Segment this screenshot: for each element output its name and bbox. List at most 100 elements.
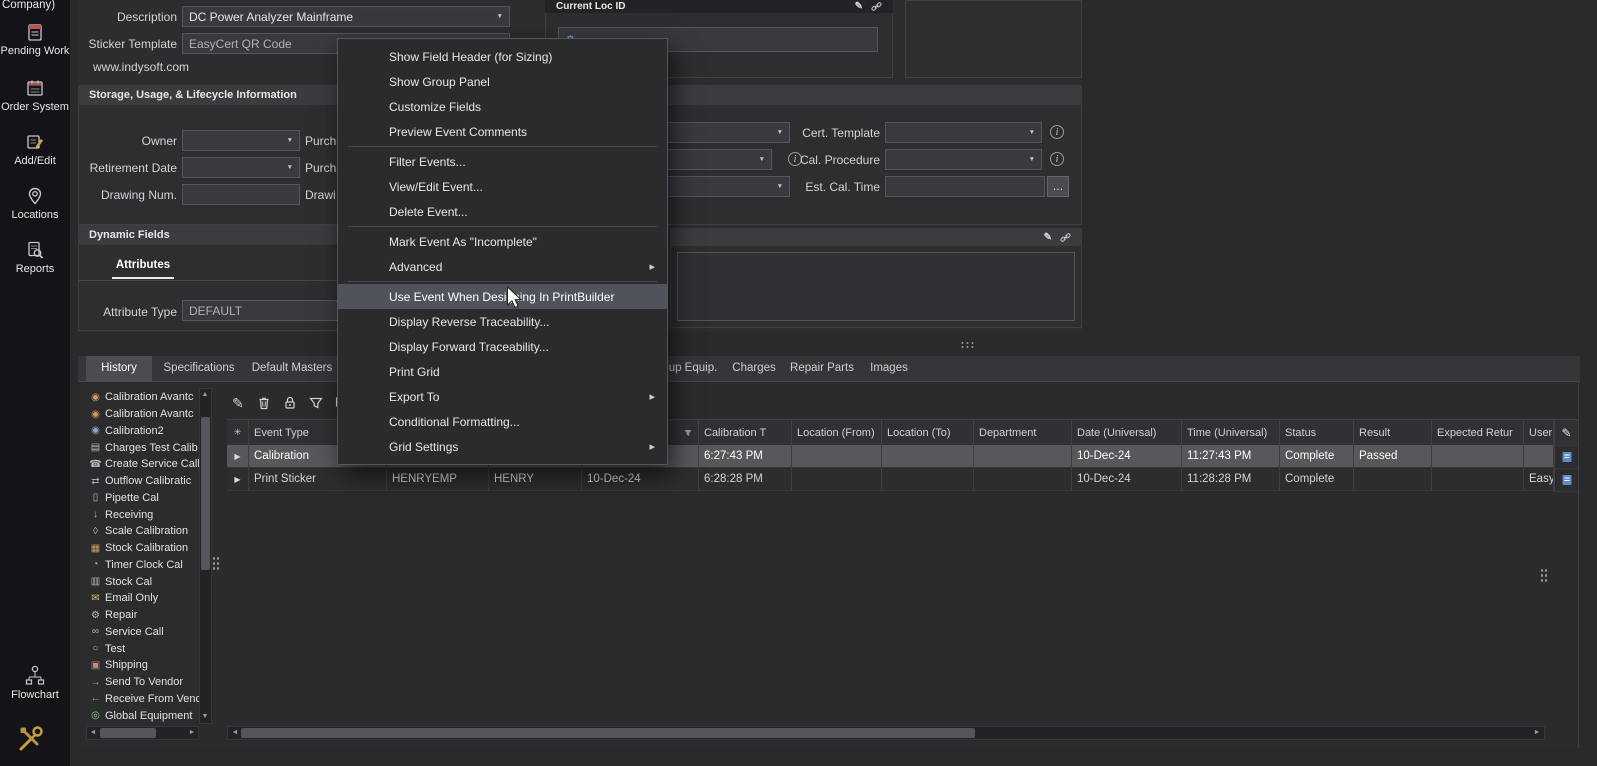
grid-header-location-from[interactable]: Location (From) bbox=[792, 420, 882, 445]
scroll-up-arrow[interactable]: ▲ bbox=[199, 389, 211, 401]
row-indicator-cell[interactable] bbox=[1554, 446, 1578, 469]
grid-header-expected-return[interactable]: Expected Retur bbox=[1432, 420, 1524, 445]
list-item[interactable]: ⇄Outflow Calibratic bbox=[86, 473, 199, 490]
chevron-down-icon[interactable]: ▼ bbox=[1029, 129, 1035, 136]
description-dropdown[interactable]: DC Power Analyzer Mainframe ▼ bbox=[182, 6, 510, 27]
list-item[interactable]: ☎Create Service Call bbox=[86, 456, 199, 473]
menu-item-grid-settings[interactable]: Grid Settings▸ bbox=[338, 434, 667, 459]
menu-item-display-reverse-traceability[interactable]: Display Reverse Traceability... bbox=[338, 309, 667, 334]
list-item[interactable]: ◉Calibration2 bbox=[86, 423, 199, 440]
scroll-down-arrow[interactable]: ▼ bbox=[199, 711, 211, 723]
edit-pencil-icon[interactable]: ✎ bbox=[855, 1, 863, 12]
menu-item-view-edit-event[interactable]: View/Edit Event... bbox=[338, 174, 667, 199]
attribute-type-field[interactable]: DEFAULT bbox=[182, 300, 339, 321]
lock-button[interactable] bbox=[279, 392, 301, 414]
grid-header-status[interactable]: Status bbox=[1280, 420, 1354, 445]
grid-header-location-to[interactable]: Location (To) bbox=[882, 420, 974, 445]
sidebar-item-tools[interactable] bbox=[15, 724, 45, 759]
grid-header-calibration-t[interactable]: Calibration T bbox=[699, 420, 792, 445]
list-item[interactable]: ▤Charges Test Calib bbox=[86, 439, 199, 456]
grid-edit-column-header[interactable]: ✎ bbox=[1554, 419, 1578, 446]
tab-repair-parts[interactable]: Repair Parts bbox=[786, 356, 858, 382]
tab-images[interactable]: Images bbox=[864, 356, 914, 382]
menu-item-customize-fields[interactable]: Customize Fields bbox=[338, 94, 667, 119]
tab-attributes[interactable]: Attributes bbox=[112, 259, 174, 271]
grid-header-department[interactable]: Department bbox=[974, 420, 1072, 445]
grid-header-user[interactable]: User bbox=[1524, 420, 1554, 445]
grid-row-print-sticker[interactable]: ▶ Print Sticker HENRYEMP HENRY 10-Dec-24… bbox=[227, 468, 1554, 491]
sidebar-item-order-system[interactable]: Order System bbox=[0, 78, 70, 113]
info-icon[interactable]: i bbox=[1050, 125, 1064, 139]
tab-specifications[interactable]: Specifications bbox=[156, 356, 242, 382]
grid-header-result[interactable]: Result bbox=[1354, 420, 1432, 445]
chevron-down-icon[interactable]: ▼ bbox=[1029, 156, 1035, 163]
link-icon[interactable] bbox=[1060, 232, 1071, 243]
menu-item-mark-event-incomplete[interactable]: Mark Event As "Incomplete" bbox=[338, 229, 667, 254]
list-item[interactable]: ←Receive From Venc bbox=[86, 691, 199, 708]
menu-item-conditional-formatting[interactable]: Conditional Formatting... bbox=[338, 409, 667, 434]
list-item[interactable]: ◔Timer Clock Cal bbox=[86, 557, 199, 574]
scroll-right-arrow[interactable]: ► bbox=[186, 727, 198, 739]
list-item[interactable]: ▦Stock Calibration bbox=[86, 540, 199, 557]
list-item[interactable]: ◉Calibration Avantc bbox=[86, 389, 199, 406]
grid-header-date-universal[interactable]: Date (Universal) bbox=[1072, 420, 1182, 445]
list-item[interactable]: ○Test bbox=[86, 640, 199, 657]
link-icon[interactable] bbox=[871, 1, 882, 12]
right-splitter-grip[interactable] bbox=[1540, 568, 1549, 583]
scroll-left-arrow[interactable]: ◄ bbox=[229, 727, 241, 739]
menu-item-delete-event[interactable]: Delete Event... bbox=[338, 199, 667, 224]
list-item[interactable]: ✉Email Only bbox=[86, 590, 199, 607]
info-icon[interactable]: i bbox=[1050, 152, 1064, 166]
list-item[interactable]: ∞Service Call bbox=[86, 624, 199, 641]
list-item[interactable]: ◊Scale Calibration bbox=[86, 523, 199, 540]
grid-header-indicator[interactable]: ✳ bbox=[227, 420, 249, 445]
list-item[interactable]: ⚙Repair bbox=[86, 607, 199, 624]
row-indicator-cell[interactable] bbox=[1554, 469, 1578, 492]
menu-item-show-group-panel[interactable]: Show Group Panel bbox=[338, 69, 667, 94]
list-item[interactable]: ◉Calibration Avantc bbox=[86, 406, 199, 423]
scroll-right-arrow[interactable]: ► bbox=[1531, 727, 1543, 739]
grid-hscrollbar-thumb[interactable] bbox=[241, 728, 975, 738]
cert-template-dropdown[interactable]: ▼ bbox=[885, 122, 1042, 143]
list-item[interactable]: ◎Global Equipment bbox=[86, 707, 199, 724]
tab-history[interactable]: History bbox=[86, 356, 152, 382]
splitter-grip-horizontal[interactable] bbox=[960, 341, 975, 349]
delete-event-button[interactable] bbox=[253, 392, 275, 414]
list-item[interactable]: ▣Shipping bbox=[86, 657, 199, 674]
chevron-down-icon[interactable]: ▼ bbox=[497, 13, 503, 20]
retirement-date-dropdown[interactable]: ▼ bbox=[182, 157, 300, 178]
menu-item-display-forward-traceability[interactable]: Display Forward Traceability... bbox=[338, 334, 667, 359]
list-item[interactable]: →Send To Vendor bbox=[86, 674, 199, 691]
chevron-down-icon[interactable]: ▼ bbox=[287, 164, 293, 171]
sidebar-item-flowchart[interactable]: Flowchart bbox=[0, 664, 70, 701]
list-item[interactable]: ▥Stock Cal bbox=[86, 573, 199, 590]
owner-dropdown[interactable]: ▼ bbox=[182, 130, 300, 151]
filter-button[interactable] bbox=[305, 392, 327, 414]
tab-charges[interactable]: Charges bbox=[728, 356, 780, 382]
edit-pencil-icon[interactable]: ✎ bbox=[1044, 232, 1052, 243]
tab-group-equip[interactable]: up Equip. bbox=[664, 356, 722, 382]
row-expand-icon[interactable]: ▶ bbox=[234, 475, 240, 484]
edit-event-button[interactable]: ✎ bbox=[227, 392, 249, 414]
cal-procedure-dropdown[interactable]: ▼ bbox=[885, 149, 1042, 170]
tab-default-masters[interactable]: Default Masters bbox=[246, 356, 338, 382]
menu-item-filter-events[interactable]: Filter Events... bbox=[338, 149, 667, 174]
menu-item-export-to[interactable]: Export To▸ bbox=[338, 384, 667, 409]
list-item[interactable]: ↓Receiving bbox=[86, 506, 199, 523]
chevron-down-icon[interactable]: ▼ bbox=[287, 137, 293, 144]
est-cal-time-browse-button[interactable]: … bbox=[1047, 176, 1069, 197]
row-expand-icon[interactable]: ▶ bbox=[234, 452, 240, 461]
splitter-grip-vertical[interactable] bbox=[212, 556, 221, 571]
menu-item-print-grid[interactable]: Print Grid bbox=[338, 359, 667, 384]
comments-textarea[interactable] bbox=[677, 252, 1075, 321]
menu-item-show-field-header[interactable]: Show Field Header (for Sizing) bbox=[338, 44, 667, 69]
menu-item-use-event-printbuilder[interactable]: Use Event When Designing In PrintBuilder bbox=[338, 284, 667, 309]
grid-header-time-universal[interactable]: Time (Universal) bbox=[1182, 420, 1280, 445]
menu-item-preview-event-comments[interactable]: Preview Event Comments bbox=[338, 119, 667, 144]
sidebar-item-reports[interactable]: Reports bbox=[0, 240, 70, 275]
scroll-left-arrow[interactable]: ◄ bbox=[87, 727, 99, 739]
list-scrollbar-thumb[interactable] bbox=[201, 417, 210, 570]
column-filter-icon[interactable] bbox=[683, 428, 693, 438]
list-hscrollbar-thumb[interactable] bbox=[100, 728, 156, 738]
menu-item-advanced[interactable]: Advanced▸ bbox=[338, 254, 667, 279]
